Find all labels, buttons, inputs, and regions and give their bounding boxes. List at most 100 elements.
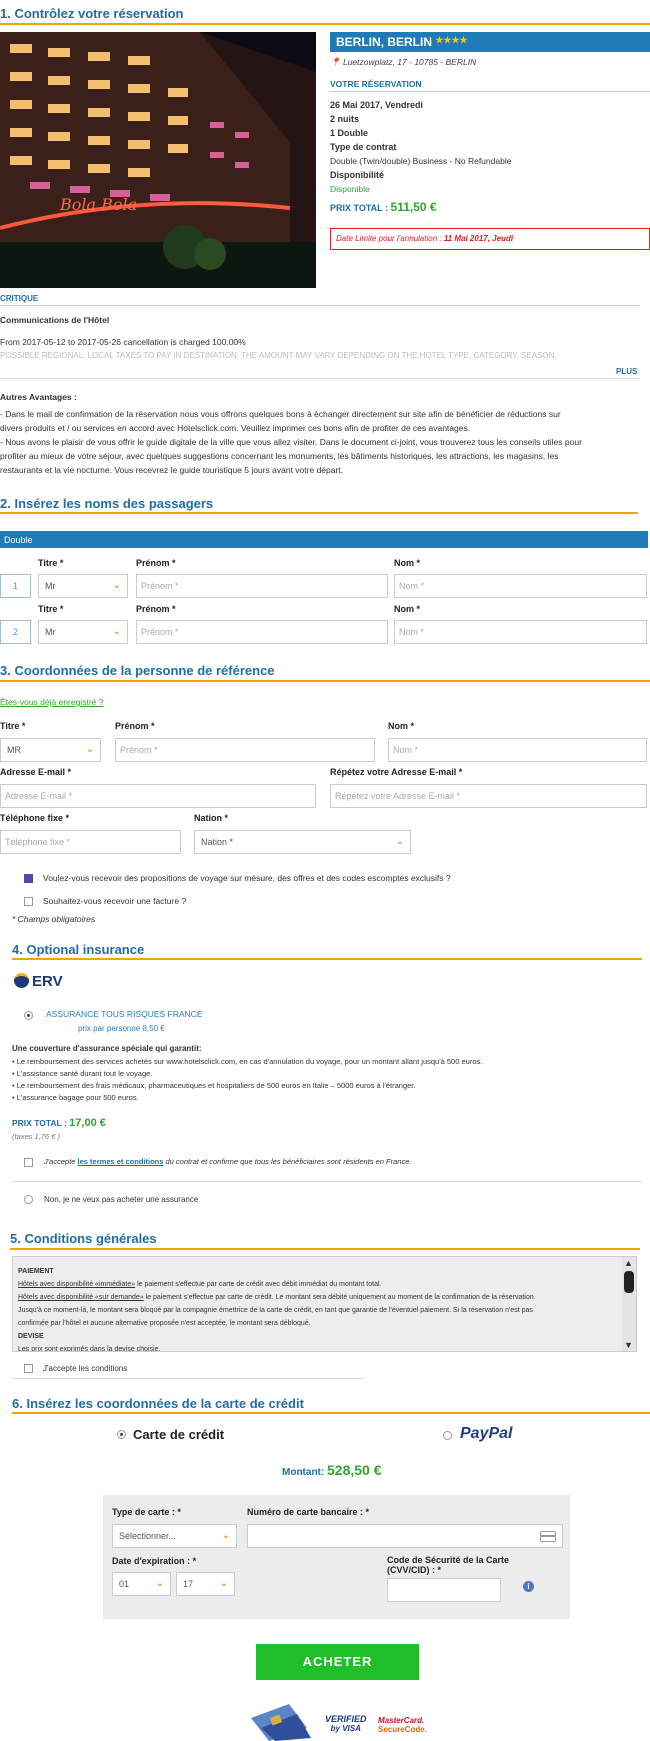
- expiry-year-value: 17: [183, 1579, 194, 1589]
- offers-checkbox[interactable]: [24, 874, 33, 883]
- phone-label: Téléphone fixe *: [0, 813, 70, 823]
- scroll-down-icon[interactable]: ▼: [624, 1341, 633, 1350]
- amount-row: Montant: 528,50 €: [282, 1462, 382, 1478]
- email-label: Adresse E-mail *: [0, 767, 72, 777]
- plus-link[interactable]: PLUS: [616, 367, 637, 376]
- email-repeat-input[interactable]: Répétez votre Adresse E-mail *: [330, 784, 647, 808]
- advantage-2-line-1: - Nous avons le plaisir de vous offrir l…: [0, 437, 582, 447]
- expiry-label: Date d'expiration : *: [112, 1556, 197, 1566]
- cvv-input[interactable]: [387, 1578, 501, 1602]
- conditions-p2-link[interactable]: Hôtels avec disponibilité «sur demande»: [18, 1294, 144, 1301]
- erv-logo: ERV: [14, 973, 63, 991]
- section-6-title: 6. Insérez les coordonnées de la carte d…: [12, 1396, 304, 1411]
- insurance-taxes: (taxes 1,76 € ): [12, 1132, 60, 1141]
- verified-by-visa-logo: VERIFIED by VISA: [325, 1715, 367, 1734]
- reservation-rooms: 1 Double: [330, 128, 369, 138]
- cvv-label: Code de Sécurité de la Carte (CVV/CID) :…: [387, 1555, 509, 1575]
- advantage-2-line-3: restaurants et la vie nocturne. Vous rec…: [0, 465, 344, 475]
- coverage-bullet: • Le remboursement des frais médicaux, p…: [12, 1081, 416, 1090]
- section-3-title: 3. Coordonnées de la personne de référen…: [0, 663, 275, 678]
- invoice-checkbox[interactable]: [24, 897, 33, 906]
- insurance-decline-radio[interactable]: [24, 1195, 33, 1204]
- critique-label: CRITIQUE: [0, 294, 39, 303]
- passenger-1-prenom-input[interactable]: Prénom *: [136, 574, 388, 598]
- section-5-divider: [10, 1248, 640, 1250]
- credit-card-icon: [540, 1531, 556, 1542]
- conditions-p1: Hôtels avec disponibilité «immédiate» le…: [18, 1278, 613, 1291]
- card-type-value: Sélectionner...: [119, 1531, 177, 1541]
- passenger-1-nom-input[interactable]: Nom *: [394, 574, 647, 598]
- reservation-divider: [330, 91, 650, 92]
- required-note: * Champs obligatoires: [12, 914, 96, 924]
- hotel-header: BERLIN, BERLIN ★★★★: [330, 32, 650, 52]
- mastercard-securecode-logo: MasterCard. SecureCode.: [378, 1716, 427, 1734]
- card-number-label: Numéro de carte bancaire : *: [247, 1507, 370, 1517]
- paypal-radio[interactable]: [443, 1431, 452, 1440]
- total-value: 511,50 €: [390, 200, 437, 214]
- conditions-p1-link[interactable]: Hôtels avec disponibilité «immédiate»: [18, 1281, 135, 1288]
- card-number-input[interactable]: [247, 1524, 563, 1548]
- passenger-2-title-select[interactable]: Mr ⌄: [38, 620, 128, 644]
- hotel-stars: ★★★★: [435, 35, 468, 45]
- conditions-divider: [12, 1378, 364, 1379]
- expiry-month-value: 01: [119, 1579, 130, 1589]
- card-type-select[interactable]: Sélectionner... ⌄: [112, 1524, 237, 1548]
- conditions-p5: Les prix sont exprimés dans la devise ch…: [18, 1346, 161, 1352]
- insurance-terms-link[interactable]: les termes et conditions: [78, 1157, 164, 1166]
- hotel-communications-faded: POSSIBLE REGIONAL, LOCAL TAXES TO PAY IN…: [0, 351, 557, 359]
- info-icon[interactable]: i: [523, 1581, 534, 1592]
- chevron-down-icon: ⌄: [155, 1578, 164, 1589]
- credit-card-radio[interactable]: [117, 1430, 126, 1439]
- insurance-option-radio[interactable]: [24, 1011, 33, 1020]
- conditions-scrollbar[interactable]: ▲ ▼: [622, 1257, 636, 1351]
- passenger-nom-label-2: Nom *: [394, 604, 421, 614]
- already-registered-link[interactable]: Êtes-vous déjà enregistré ?: [0, 697, 103, 707]
- erv-logo-text: ERV: [32, 973, 63, 990]
- passenger-1-title-select[interactable]: Mr ⌄: [38, 574, 128, 598]
- conditions-checkbox[interactable]: [24, 1364, 33, 1373]
- contract-value: Double (Twin/double) Business - No Refun…: [330, 156, 512, 166]
- hotel-communications-text: From 2017-05-12 to 2017-05-26 cancellati…: [0, 337, 246, 347]
- conditions-p2-text: le paiement s'effectue par carte de créd…: [143, 1294, 536, 1301]
- expiry-year-select[interactable]: 17 ⌄: [176, 1572, 235, 1596]
- nation-select[interactable]: Nation * ⌄: [194, 830, 411, 854]
- chevron-down-icon: ⌄: [112, 580, 121, 591]
- ref-prenom-input[interactable]: Prénom *: [115, 738, 375, 762]
- insurance-terms-text: J'accepte les termes et conditions du co…: [44, 1157, 411, 1166]
- contract-label: Type de contrat: [330, 142, 397, 152]
- passenger-2-prenom-input[interactable]: Prénom *: [136, 620, 388, 644]
- conditions-box[interactable]: PAIEMENT Hôtels avec disponibilité «immé…: [12, 1256, 637, 1352]
- reservation-nights: 2 nuits: [330, 114, 360, 124]
- verified-by-visa-line-2: by VISA: [330, 1724, 361, 1733]
- scrollbar-thumb[interactable]: [624, 1271, 634, 1293]
- plus-divider: [0, 378, 640, 379]
- erv-globe-icon: [14, 973, 29, 988]
- ref-title-select[interactable]: MR ⌄: [0, 738, 101, 762]
- scroll-up-icon[interactable]: ▲: [624, 1259, 633, 1268]
- buy-button[interactable]: ACHETER: [256, 1644, 419, 1680]
- passenger-2-nom-input[interactable]: Nom *: [394, 620, 647, 644]
- section-1-title: 1. Contrôlez votre réservation: [0, 6, 184, 21]
- advantages-text: - Dans le mail de confirmation de la rés…: [0, 407, 640, 477]
- ref-nom-input[interactable]: Nom *: [388, 738, 647, 762]
- email-input[interactable]: Adresse E-mail *: [0, 784, 316, 808]
- insurance-terms-checkbox[interactable]: [24, 1158, 33, 1167]
- passenger-1-number: 1: [0, 574, 31, 598]
- phone-input[interactable]: Téléphone fixe *: [0, 830, 181, 854]
- expiry-month-select[interactable]: 01 ⌄: [112, 1572, 171, 1596]
- ref-titre-label: Titre *: [0, 721, 26, 731]
- advantage-2-line-2: profiter au mieux de votre séjour, avec …: [0, 451, 559, 461]
- paypal-logo: PayPal: [460, 1425, 513, 1442]
- hotel-address: Luetzowplatz, 17 - 10785 - BERLIN: [342, 57, 477, 67]
- insurance-divider: [12, 1181, 642, 1182]
- passenger-titre-label: Titre *: [38, 558, 64, 568]
- advantage-1-line-1: - Dans le mail de confirmation de la rés…: [0, 409, 561, 419]
- coverage-bullet: • L'assurance bagage pour 500 euros.: [12, 1093, 139, 1102]
- advantage-1-line-2: divers produits et / ou services en acco…: [0, 423, 471, 433]
- passenger-nom-label: Nom *: [394, 558, 421, 568]
- email-repeat-label: Répétez votre Adresse E-mail *: [330, 767, 463, 777]
- ref-title-value: MR: [7, 745, 21, 755]
- nation-value: Nation *: [201, 837, 234, 847]
- availability-value: Disponible: [330, 184, 370, 194]
- invoice-label: Souhaitez-vous recevoir une facture ?: [43, 896, 187, 906]
